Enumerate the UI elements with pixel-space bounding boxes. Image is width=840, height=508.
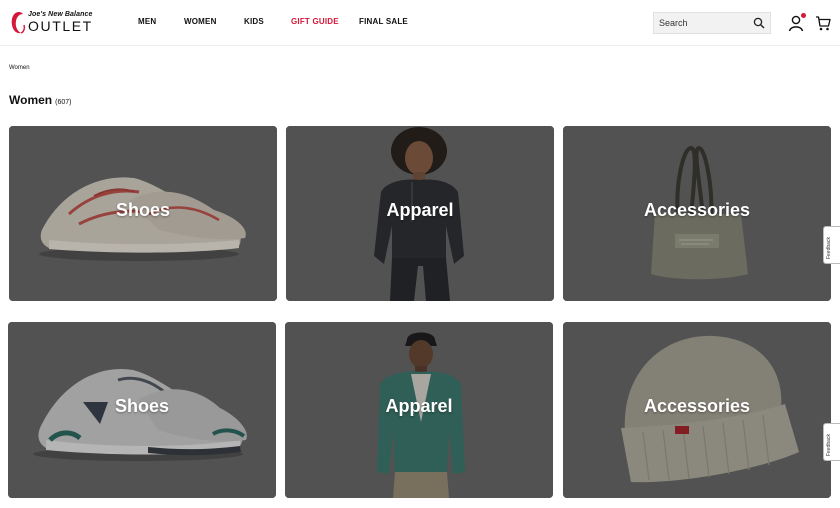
site-header: Joe's New Balance OUTLET MEN WOMEN KIDS … — [0, 0, 840, 46]
nav-item-women[interactable]: WOMEN — [184, 17, 217, 26]
category-tile-accessories[interactable]: Accessories — [563, 322, 831, 498]
account-button[interactable] — [788, 13, 806, 32]
logo-mark-icon — [11, 12, 26, 34]
tile-label: Apparel — [385, 396, 453, 416]
tile-label: Shoes — [114, 396, 170, 416]
search-icon[interactable] — [753, 17, 765, 29]
nav-item-final-sale[interactable]: FINAL SALE — [359, 17, 408, 26]
cart-button[interactable] — [815, 14, 831, 32]
tile-label: Accessories — [643, 396, 751, 416]
brand-logo[interactable]: Joe's New Balance OUTLET — [10, 10, 100, 36]
category-tile-apparel[interactable]: Apparel — [286, 126, 554, 301]
breadcrumb-item-women[interactable]: Women — [9, 65, 30, 71]
brand-name-line2: OUTLET — [28, 18, 93, 34]
nav-item-gift-guide[interactable]: GIFT GUIDE — [291, 17, 339, 26]
feedback-label: Feedback — [826, 237, 832, 259]
product-count: (607) — [55, 99, 72, 106]
page-heading: Women (607) — [9, 91, 71, 109]
search-input[interactable] — [659, 15, 749, 31]
category-tile-apparel[interactable]: Apparel — [285, 322, 553, 498]
search-box — [653, 12, 771, 34]
category-tile-accessories[interactable]: Accessories — [563, 126, 831, 301]
tile-label: Apparel — [386, 200, 454, 220]
feedback-label: Feedback — [826, 434, 832, 456]
breadcrumb: Women — [9, 65, 30, 71]
feedback-tab[interactable]: Feedback — [823, 423, 840, 461]
notification-dot — [801, 13, 806, 18]
cart-icon — [816, 16, 831, 31]
page-title: Women — [9, 93, 53, 107]
nav-item-kids[interactable]: KIDS — [244, 17, 264, 26]
tile-label: Accessories — [643, 200, 751, 220]
nav-item-men[interactable]: MEN — [138, 17, 156, 26]
tile-label: Shoes — [115, 200, 171, 220]
brand-name-line1: Joe's New Balance — [28, 11, 93, 18]
category-tile-shoes[interactable]: Shoes — [9, 126, 277, 301]
feedback-tab[interactable]: Feedback — [823, 226, 840, 264]
category-tile-shoes[interactable]: Shoes — [8, 322, 276, 498]
